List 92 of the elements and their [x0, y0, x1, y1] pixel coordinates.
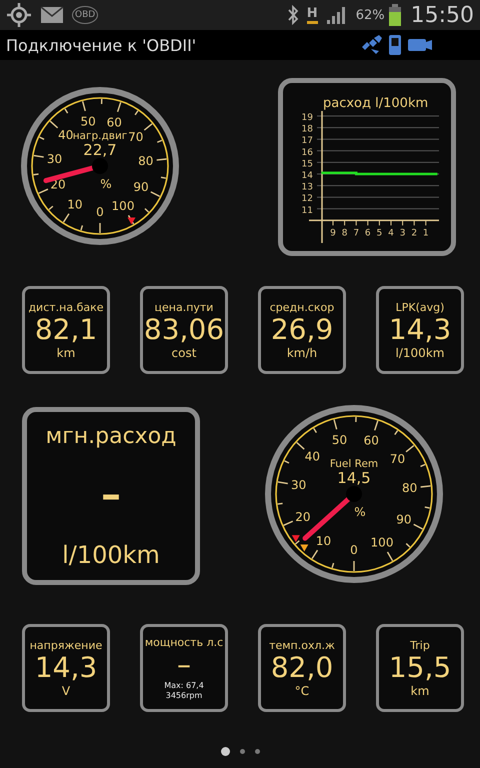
clock: 15:50 — [410, 2, 474, 28]
scale-label: 30 — [46, 152, 62, 166]
y-tick-label: 13 — [302, 182, 313, 193]
tile-unit: km — [410, 684, 430, 698]
scale-label: 80 — [138, 154, 154, 168]
y-tick-label: 12 — [302, 194, 313, 204]
y-tick-label: 17 — [302, 136, 313, 146]
obd-icon: OBD — [72, 6, 98, 24]
scale-label: 20 — [295, 510, 310, 524]
scale-label: 70 — [128, 130, 144, 144]
y-tick-label: 14 — [302, 171, 313, 181]
x-tick-label: 7 — [353, 228, 360, 238]
scale-label: 10 — [67, 198, 83, 212]
y-tick-label: 15 — [302, 159, 313, 170]
x-tick-label: 6 — [364, 228, 371, 238]
x-tick-label: 3 — [400, 228, 406, 238]
tile-unit: cost — [172, 346, 196, 360]
scale-label: 50 — [332, 432, 348, 447]
battery-icon — [388, 4, 401, 26]
x-tick-label: 8 — [342, 228, 348, 238]
scale-label: 30 — [291, 478, 306, 492]
scale-label: 40 — [58, 128, 74, 142]
scale-label: 60 — [106, 115, 122, 130]
scale-label: 0 — [96, 205, 104, 219]
tile-label: цена.пути — [154, 300, 214, 314]
tile-label: Trip — [410, 638, 430, 652]
tile-value: 82,1 — [34, 314, 98, 346]
tile-value: 14,3 — [388, 314, 452, 346]
tile-label: темп.охл.ж — [269, 638, 335, 652]
tile-label: дист.на.баке — [28, 300, 104, 314]
tile-note: 3456rpm — [166, 690, 202, 700]
tile-value: 83,06 — [144, 314, 224, 346]
gauge-unit: % — [354, 505, 366, 519]
gauge-unit: % — [100, 177, 112, 191]
scale-label: 100 — [370, 536, 394, 550]
tile-value: 15,5 — [388, 652, 452, 684]
tile-unit: °C — [294, 684, 310, 698]
marker-icon — [292, 535, 300, 542]
scale-label: 0 — [350, 543, 358, 557]
gauge-value: 14,5 — [337, 469, 371, 487]
phone-icon — [388, 34, 402, 56]
x-tick-label: 5 — [376, 228, 382, 238]
satellite-icon — [360, 35, 382, 55]
panel-value: – — [101, 472, 121, 518]
y-tick-label: 19 — [302, 113, 313, 123]
scale-label: 50 — [80, 114, 96, 129]
x-tick-label: 9 — [330, 228, 336, 238]
x-tick-label: 1 — [422, 228, 429, 238]
tile-value: 82,0 — [270, 652, 334, 684]
tile-unit: V — [62, 684, 70, 698]
tile-note: Max: 67,4 — [164, 680, 204, 690]
tile-unit: km/h — [286, 346, 318, 360]
chart-title: расход l/100km — [323, 96, 428, 111]
scale-label: 70 — [390, 452, 406, 466]
gauge-value: 22,7 — [83, 141, 117, 159]
scale-label: 10 — [316, 534, 332, 548]
marker-icon — [300, 544, 308, 552]
panel-unit: l/100km — [62, 540, 160, 568]
battery-percent: 62% — [356, 8, 385, 22]
tile-label: средн.скор — [270, 300, 334, 314]
panel-label: мгн.расход — [46, 424, 176, 448]
marker-icon — [128, 218, 136, 225]
scale-label: 90 — [396, 512, 412, 526]
device-icon — [408, 37, 432, 53]
tile-unit: l/100km — [396, 346, 444, 360]
connection-title: Подключение к 'OBDII' — [6, 36, 196, 54]
page-indicator-dot[interactable] — [240, 749, 244, 754]
tile-label: напряжение — [30, 638, 102, 652]
x-tick-label: 2 — [411, 228, 418, 238]
scale-label: 80 — [402, 481, 418, 496]
tile-value: 14,3 — [34, 652, 98, 684]
scale-label: 100 — [112, 198, 134, 213]
tile-unit: km — [56, 346, 76, 360]
signal-icon — [326, 5, 348, 25]
bluetooth-icon — [286, 5, 299, 25]
tile-value: 26,9 — [270, 314, 334, 346]
gauge-label: нагр.двиг — [72, 130, 128, 142]
x-tick-label: 4 — [388, 228, 394, 238]
gauge-label: Fuel Rem — [330, 458, 378, 470]
tile-value: – — [177, 648, 191, 680]
y-tick-label: 11 — [302, 206, 313, 216]
page-indicator-dot[interactable] — [220, 747, 230, 756]
scale-label: 40 — [304, 450, 320, 464]
tile-label: мощность л.с — [144, 636, 224, 648]
y-tick-label: 16 — [302, 148, 313, 158]
scale-label: 90 — [133, 180, 149, 194]
location-icon — [6, 2, 32, 28]
tile-label: LPK(avg) — [396, 300, 444, 314]
mail-icon — [40, 6, 64, 24]
y-tick-label: 18 — [302, 124, 313, 135]
scale-label: 60 — [364, 434, 379, 448]
page-indicator-dot[interactable] — [254, 749, 260, 754]
